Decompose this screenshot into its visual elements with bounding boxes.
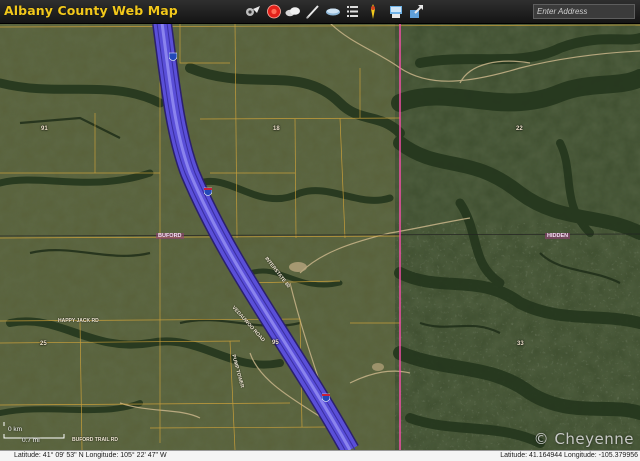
imagery-watermark: © Cheyenne	[533, 430, 634, 448]
aerial-imagery	[0, 23, 640, 450]
parcel-label: 18	[273, 126, 280, 132]
scale-km-label: 0 km	[8, 426, 23, 433]
parcel-label: 33	[517, 341, 524, 347]
layers-list-tool-icon[interactable]	[344, 3, 362, 20]
place-label-hidden: HIDDEN	[545, 233, 571, 239]
place-label-buford: BUFORD	[156, 233, 184, 239]
parcel-label: 95	[272, 340, 279, 346]
top-toolbar: Albany County Web Map	[0, 0, 640, 24]
eraser-tool-icon[interactable]	[324, 3, 342, 20]
road-label-happy-jack: HAPPY JACK RD	[58, 318, 99, 324]
identify-tool-icon[interactable]	[364, 3, 382, 20]
scale-mi-label: 0.7 mi	[22, 437, 40, 444]
stop-tool-icon[interactable]	[265, 3, 283, 20]
parcel-label: 25	[40, 341, 47, 347]
print-tool-icon[interactable]	[387, 3, 405, 20]
interstate-shield-icon	[203, 183, 213, 197]
parcel-label: 91	[41, 126, 48, 132]
interstate-shield-icon	[168, 48, 178, 62]
cloud-tool-icon[interactable]	[284, 3, 302, 20]
app-title: Albany County Web Map	[4, 3, 178, 18]
measure-pen-tool-icon[interactable]	[304, 3, 322, 20]
export-tool-icon[interactable]	[407, 3, 425, 20]
status-bar: Latitude: 41° 09' 53" N Longitude: 105° …	[0, 450, 640, 461]
interstate-shield-icon	[321, 389, 331, 403]
map-viewport[interactable]: 91 18 22 25 95 33 BUFORD HIDDEN INTERSTA…	[0, 23, 640, 450]
parcel-label: 22	[516, 126, 523, 132]
address-search-input[interactable]	[533, 4, 635, 19]
road-label-buford-trail: BUFORD TRAIL RD	[72, 437, 119, 443]
navigation-tool-icon[interactable]	[244, 3, 262, 20]
